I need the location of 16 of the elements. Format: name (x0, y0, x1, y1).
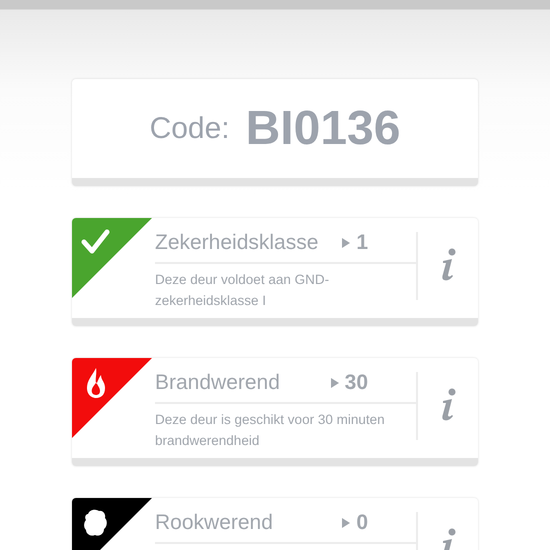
feature-card[interactable]: Zekerheidsklasse 1 Deze deur voldoet aan GND-zekerheidsklasse I (72, 218, 478, 326)
feature-description: Deze deur is geschikt voor 30 minuten brandwerendheid (155, 411, 386, 450)
feature-title: Brandwerend (155, 370, 280, 396)
code-label: Code: (150, 111, 230, 147)
play-icon (330, 378, 339, 388)
code-value: BI0136 (246, 100, 400, 156)
feature-value: 0 (356, 510, 368, 536)
feature-description: Deze deur voldoet aan GND-zekerheidsklasse I (155, 271, 330, 310)
feature-title: Zekerheidsklasse (155, 230, 318, 256)
feature-value: 1 (356, 230, 368, 256)
play-icon (342, 238, 350, 248)
feature-card[interactable]: Brandwerend 30 Deze deur is geschikt voor 30 minuten brandwerendheid (72, 358, 478, 466)
feature-card[interactable]: Rookwerend 0 (72, 498, 478, 550)
feature-value: 30 (344, 370, 368, 396)
feature-title: Rookwerend (155, 510, 273, 536)
play-icon (342, 518, 350, 528)
